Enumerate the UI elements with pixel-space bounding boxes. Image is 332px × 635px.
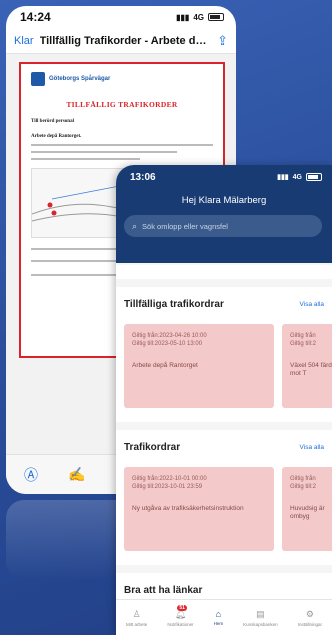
order-card[interactable]: Giltig från:2023-04-26 10:00 Giltig till… [124,324,274,408]
document-recipient: Till berörd personal [31,119,74,124]
nav-item-settings[interactable]: ⚙ Inställningar [298,609,322,627]
content-divider [116,265,332,279]
view-all-link[interactable]: Visa alla [300,444,324,451]
logo-text: Göteborgs Spårvägar [49,76,111,82]
document-title: Tillfällig Trafikorder - Arbete depå... [39,34,212,47]
section-title: Trafikordrar [124,442,181,453]
app-phone: 13:06 ▮▮▮ 4G Hej Klara Mälarberg ⌕ Sök o… [116,165,332,635]
document-heading: TILLFÄLLIG TRAFIKORDER [66,100,178,109]
viewer-nav-bar: Klar Tillfällig Trafikorder - Arbete dep… [6,28,236,54]
valid-from: Giltig från:2023-04-26 10:00 [132,333,207,339]
battery-icon [306,173,322,181]
signal-icon: ▮▮▮ [176,12,190,22]
status-indicators: ▮▮▮ 4G [176,13,224,22]
document-subject: Arbete depå Rantorget. [31,134,82,139]
order-card[interactable]: Giltig från Giltig till:2 Växel 504 färd… [282,324,332,408]
app-header: 13:06 ▮▮▮ 4G Hej Klara Mälarberg ⌕ Sök o… [116,165,332,263]
status-bar: 13:06 ▮▮▮ 4G [116,165,332,189]
home-icon: ⌂ [215,609,222,619]
nav-item-my-work[interactable]: ♙ Mitt arbete [126,609,147,627]
nav-label: Hem [213,621,224,626]
share-icon[interactable]: ⇪ [217,33,228,49]
battery-icon [208,13,224,21]
bottom-nav: ♙ Mitt arbete 🔔︎ 51 Notifikationer ⌂ Hem… [116,599,332,635]
order-text: Huvudsig är ombyg [290,505,325,520]
temporary-orders-section: Tillfälliga trafikordrar Visa alla Gilti… [116,287,332,422]
notification-badge: 51 [177,604,187,611]
network-label: 4G [292,173,302,181]
person-icon: ♙ [132,608,141,619]
section-title: Tillfälliga trafikordrar [124,299,224,310]
valid-to: Giltig till:2 [290,341,317,347]
document-logo: Göteborgs Spårvägar [31,72,213,86]
search-input[interactable]: ⌕ Sök omlopp eller vagnsfel [124,215,322,237]
nav-label: Inställningar [297,621,322,627]
document-icon: ▤ [256,608,265,619]
view-all-link[interactable]: Visa alla [300,301,324,308]
valid-to: Giltig till:2023-10-01 23:59 [132,484,203,490]
order-card[interactable]: Giltig från:2022-10-01 00:00 Giltig till… [124,467,274,551]
status-bar: 14:24 ▮▮▮ 4G [6,6,236,28]
valid-to: Giltig till:2 [290,484,317,490]
valid-from: Giltig från [290,333,316,339]
greeting: Hej Klara Mälarberg [181,195,267,206]
order-text: Växel 504 färd mot T [290,362,332,377]
nav-label: Mitt arbete [126,621,148,627]
status-time: 13:06 [130,171,156,183]
logo-mark-icon [31,72,45,86]
orders-section: Trafikordrar Visa alla Giltig från:2022-… [116,430,332,565]
network-label: 4G [193,12,204,22]
order-text: Arbete depå Rantorget [132,362,198,369]
order-text: Ny utgåva av trafiksäkerhetsinstruktion [132,505,244,512]
valid-from: Giltig från [290,476,316,482]
signal-icon: ▮▮▮ [277,174,289,181]
search-icon: ⌕ [132,220,138,231]
order-card[interactable]: Giltig från Giltig till:2 Huvudsig är om… [282,467,332,551]
text-line [31,151,177,153]
done-button[interactable]: Klar [14,35,34,47]
nav-label: Kunskapsbanken [243,621,278,627]
nav-item-knowledge-bank[interactable]: ▤ Kunskapsbanken [243,609,278,627]
markup-icon[interactable]: Ⓐ [24,465,38,485]
nav-item-home[interactable]: ⌂ Hem [214,609,224,626]
text-line [31,144,213,146]
valid-to: Giltig till:2023-05-10 13:00 [132,341,203,347]
nav-item-notifications[interactable]: 🔔︎ 51 Notifikationer [167,604,194,627]
valid-from: Giltig från:2022-10-01 00:00 [132,476,207,482]
nav-label: Notifikationer [167,621,194,627]
gear-icon: ⚙ [305,608,314,619]
status-time: 14:24 [20,10,51,24]
text-line [31,158,141,160]
section-title: Bra att ha länkar [124,585,203,596]
signature-icon[interactable]: ✍ [68,466,85,483]
search-placeholder: Sök omlopp eller vagnsfel [142,221,228,231]
status-indicators: ▮▮▮ 4G [277,173,322,181]
